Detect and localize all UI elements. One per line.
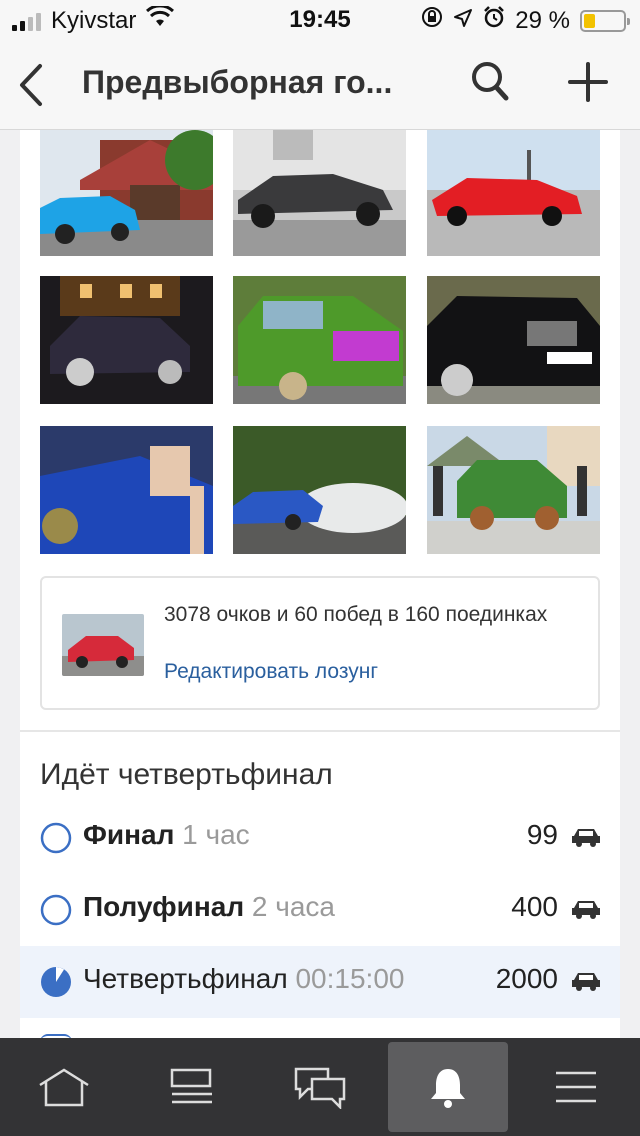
round-name: Финал 1 час	[83, 819, 250, 850]
feed-icon	[170, 1068, 212, 1104]
messages-icon	[294, 1067, 346, 1109]
black-classic-car-photo[interactable]	[233, 130, 406, 256]
battery-percent: 29 %	[515, 6, 570, 34]
home-icon	[39, 1068, 89, 1107]
round-semifinal[interactable]: Полуфинал 2 часа 400	[20, 874, 620, 946]
blue-drift-car-photo[interactable]	[233, 426, 406, 554]
main-content: 3078 очков и 60 побед в 160 поединках Ре…	[20, 130, 620, 1038]
car-avatar	[62, 614, 144, 676]
search-icon[interactable]	[470, 60, 510, 104]
status-bar: Kyivstar 19:45 29 %	[0, 0, 640, 40]
plus-icon[interactable]	[566, 60, 610, 104]
tab-feed[interactable]	[132, 1038, 252, 1136]
blue-sports-car-photo[interactable]	[40, 130, 213, 256]
blue-car-engine-photo[interactable]	[40, 426, 213, 554]
tab-notifications[interactable]	[388, 1042, 508, 1132]
round-progress-icon	[41, 967, 71, 997]
car-icon	[572, 901, 600, 919]
slogan-text: 3078 очков и 60 побед в 160 поединках	[164, 603, 548, 626]
round-status-icon	[40, 822, 72, 854]
round-count: 99	[526, 819, 558, 850]
car-icon	[572, 829, 600, 847]
edit-slogan-link[interactable]: Редактировать лозунг	[164, 660, 378, 684]
round-time: 2 часа	[251, 891, 336, 922]
divider	[20, 730, 620, 732]
location-icon	[453, 7, 473, 35]
tab-bar	[0, 1038, 640, 1136]
slogan-card: 3078 очков и 60 побед в 160 поединках Ре…	[40, 576, 600, 710]
tournament-title: Идёт четвертьфинал	[40, 758, 333, 791]
round-final[interactable]: Финал 1 час 99	[20, 802, 620, 874]
green-niva-photo[interactable]	[427, 426, 600, 554]
battery-icon	[580, 9, 630, 32]
round-time: 1 час	[182, 819, 250, 850]
chevron-left-icon[interactable]	[14, 60, 54, 110]
night-stance-car-photo[interactable]	[40, 276, 213, 404]
car-icon	[572, 973, 600, 991]
tab-home[interactable]	[4, 1038, 124, 1136]
tab-messages[interactable]	[260, 1038, 380, 1136]
bell-icon	[431, 1069, 465, 1108]
round-time: 00:15:00	[295, 963, 405, 994]
round-name: Полуфинал 2 часа	[83, 891, 336, 922]
status-right: 29 %	[421, 6, 630, 35]
black-mercedes-photo[interactable]	[427, 276, 600, 404]
orientation-lock-icon	[421, 6, 443, 35]
round-count: 400	[511, 891, 558, 922]
tab-menu[interactable]	[516, 1038, 636, 1136]
alarm-icon	[483, 6, 505, 35]
header: Предвыборная го...	[0, 40, 640, 130]
round-count: 2000	[495, 963, 558, 994]
page-title: Предвыборная го...	[82, 64, 393, 100]
photo-grid	[40, 130, 600, 556]
round-status-icon	[40, 894, 72, 926]
green-lada-photo[interactable]	[233, 276, 406, 404]
round-quarterfinal[interactable]: Четвертьфинал 00:15:00 2000	[20, 946, 620, 1018]
round-name: Четвертьфинал 00:15:00	[83, 963, 405, 994]
menu-icon	[556, 1071, 596, 1103]
red-corvette-photo[interactable]	[427, 130, 600, 256]
